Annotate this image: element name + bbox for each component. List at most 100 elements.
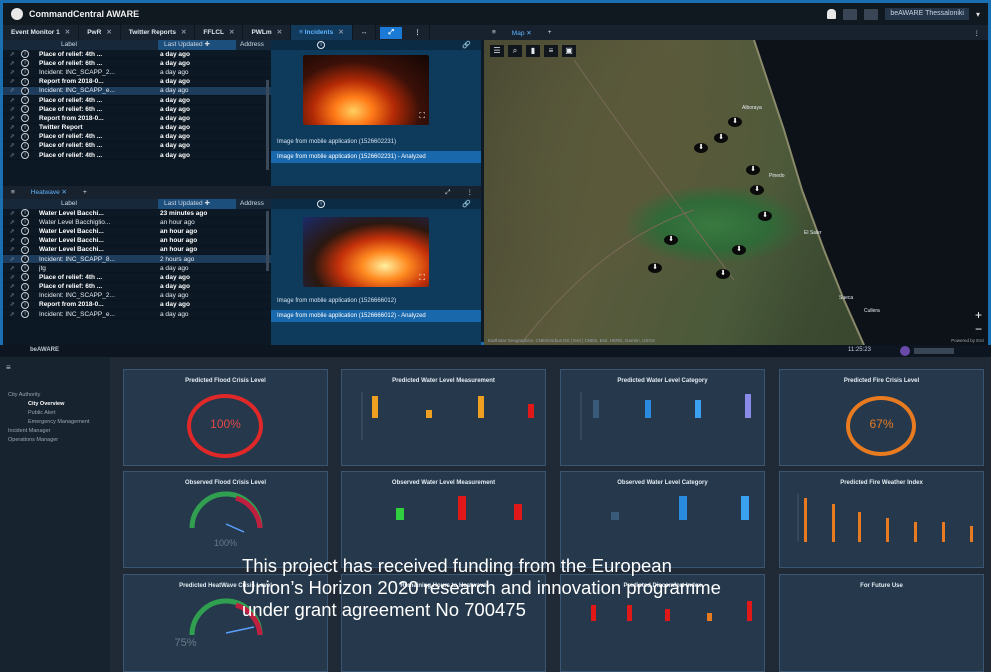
close-icon[interactable]: ✕ <box>229 29 234 36</box>
powered-by[interactable]: Powered by Esri <box>951 338 984 343</box>
table-row[interactable]: ⇗ i Report from 2018-0... a day ago <box>3 114 271 124</box>
hamburger-menu-icon[interactable]: ≡ <box>6 363 11 372</box>
table-row[interactable]: ⇗ i jtg a day ago <box>3 264 271 274</box>
close-icon[interactable]: ✕ <box>277 29 282 36</box>
tab-heatwave[interactable]: Heatwave ✕ <box>23 186 75 199</box>
avatar[interactable] <box>900 346 910 356</box>
expand-icon[interactable]: ⛶ <box>419 111 425 121</box>
col-last-updated[interactable]: Last Updated ✚ <box>158 199 236 209</box>
search-icon[interactable]: ⌕ <box>508 45 522 57</box>
info-icon[interactable]: i <box>21 68 29 77</box>
card-predicted-flood-crisis[interactable]: Predicted Flood Crisis Level 100% <box>123 369 328 466</box>
tab-incidents[interactable]: ≡ Incidents ✕ <box>291 25 353 40</box>
scrollbar[interactable] <box>266 80 269 170</box>
card-predicted-fire-weather-index[interactable]: Predicted Fire Weather Index <box>779 471 984 568</box>
incident-marker-icon[interactable]: ⬇ <box>732 245 746 255</box>
tab-map[interactable]: Map ✕ <box>504 29 540 37</box>
pin-icon[interactable]: ⇗ <box>3 256 21 263</box>
info-icon[interactable]: i <box>21 209 29 218</box>
pin-icon[interactable]: ⇗ <box>3 265 21 272</box>
close-icon[interactable]: ✕ <box>62 189 67 196</box>
info-icon[interactable]: i <box>21 59 29 68</box>
table-row[interactable]: ⇗ i Place of relief: 4th ... a day ago <box>3 50 271 60</box>
col-address[interactable]: Address <box>236 40 271 50</box>
table-row[interactable]: ⇗ i Place of relief: 6th ... a day ago <box>3 105 271 115</box>
tab-fflcl[interactable]: FFLCL ✕ <box>195 25 244 40</box>
incident-marker-icon[interactable]: ⬇ <box>716 269 730 279</box>
table-row[interactable]: ⇗ i Place of relief: 6th ... a day ago <box>3 141 271 152</box>
info-icon[interactable]: i <box>21 50 29 59</box>
info-icon[interactable]: i <box>21 132 29 141</box>
chevron-down-icon[interactable]: ▾ <box>976 10 980 19</box>
table-row[interactable]: ⇗ i Water Level Bacchi... an hour ago <box>3 236 271 246</box>
zoom-in-icon[interactable]: + <box>975 308 982 322</box>
link-button[interactable]: ⤢ <box>380 26 403 39</box>
more-menu-icon[interactable]: ⋮ <box>459 186 482 199</box>
table-row[interactable]: ⇗ i Report from 2018-0... a day ago <box>3 77 271 87</box>
info-icon[interactable]: i <box>21 96 29 105</box>
pin-icon[interactable]: ⇗ <box>3 219 21 226</box>
card-predicted-fire-crisis[interactable]: Predicted Fire Crisis Level 67% <box>779 369 984 466</box>
image-list-item-selected[interactable]: Image from mobile application (152666601… <box>271 310 481 322</box>
col-last-updated[interactable]: Last Updated ✚ <box>158 40 236 50</box>
tab-pwlm[interactable]: PWLm ✕ <box>243 25 292 40</box>
info-icon[interactable]: i <box>21 310 29 319</box>
more-menu-icon[interactable]: ⋮ <box>406 25 430 40</box>
table-row[interactable]: ⇗ i Incident: INC_SCAPP_8... 2 hours ago <box>3 254 271 265</box>
table-row[interactable]: ⇗ i Twitter Report a day ago <box>3 123 271 133</box>
close-icon[interactable]: ✕ <box>338 29 343 36</box>
pin-icon[interactable]: ⇗ <box>3 274 21 281</box>
col-label[interactable]: Label <box>3 199 158 209</box>
help-icon[interactable] <box>843 8 858 20</box>
add-tab-icon[interactable]: + <box>540 29 560 36</box>
pin-icon[interactable]: ⇗ <box>3 106 21 113</box>
wildfire-photo[interactable]: ⛶ <box>303 55 429 125</box>
incident-marker-icon[interactable]: ⬇ <box>694 143 708 153</box>
table-row[interactable]: ⇗ i Incident: INC_SCAPP_2... a day ago <box>3 291 271 301</box>
bookmark-icon[interactable]: ▮ <box>526 45 540 57</box>
incident-marker-icon[interactable]: ⬇ <box>746 165 760 175</box>
table-row[interactable]: ⇗ i Water Level Bacchi... an hour ago <box>3 227 271 237</box>
pin-icon[interactable]: ⇗ <box>3 283 21 290</box>
pin-icon[interactable]: ⇗ <box>3 301 21 308</box>
pin-icon[interactable]: ⇗ <box>3 87 21 94</box>
image-icon[interactable]: ▣ <box>562 45 576 57</box>
sidebar-item[interactable]: Operations Manager <box>8 436 89 445</box>
table-row[interactable]: ⇗ i Place of relief: 4th ... a day ago <box>3 132 271 142</box>
table-row[interactable]: ⇗ i Report from 2018-0... a day ago <box>3 300 271 311</box>
zoom-out-icon[interactable]: − <box>975 322 982 336</box>
table-row[interactable]: ⇗ i Incident: INC_SCAPP_2... a day ago <box>3 68 271 78</box>
table-row[interactable]: ⇗ i Place of relief: 6th ... a day ago <box>3 59 271 69</box>
table-row[interactable]: ⇗ i Place of relief: 4th ... a day ago <box>3 151 271 161</box>
table-row[interactable]: ⇗ i Water Level Bacchiglio... an hour ago <box>3 218 271 228</box>
info-icon[interactable]: i <box>21 264 29 273</box>
pin-icon[interactable]: ⇗ <box>3 246 21 253</box>
close-icon[interactable]: ✕ <box>106 29 111 36</box>
info-icon[interactable]: i <box>21 227 29 236</box>
pin-icon[interactable]: ⇗ <box>3 237 21 244</box>
info-icon[interactable]: i <box>21 151 29 160</box>
burning-car-photo[interactable]: ⛶ <box>303 217 429 287</box>
info-icon[interactable]: i <box>21 77 29 86</box>
card-predicted-water-level-measurement[interactable]: Predicted Water Level Measurement <box>341 369 546 466</box>
table-row[interactable]: ⇗ i Water Level Bacchi... an hour ago <box>3 245 271 255</box>
pin-icon[interactable]: ⇗ <box>3 97 21 104</box>
table-row[interactable]: ⇗ i Incident: INC_SCAPP_e... a day ago <box>3 310 271 320</box>
col-address[interactable]: Address <box>236 199 271 209</box>
list-icon[interactable]: ≡ <box>544 45 558 57</box>
pin-icon[interactable]: ⇗ <box>3 210 21 217</box>
sidebar-item[interactable]: Incident Manager <box>8 427 89 436</box>
image-list-item[interactable]: Image from mobile application (152666601… <box>271 295 481 307</box>
table-row[interactable]: ⇗ i Place of relief: 4th ... a day ago <box>3 96 271 106</box>
keyboard-icon[interactable] <box>864 8 879 20</box>
info-icon[interactable]: i <box>21 273 29 282</box>
pin-icon[interactable]: ⇗ <box>3 115 21 122</box>
info-icon[interactable]: i <box>21 123 29 132</box>
pin-icon[interactable]: ⇗ <box>3 152 21 159</box>
card-observed-water-level-category[interactable]: Observed Water Level Category <box>560 471 765 568</box>
table-row[interactable]: ⇗ i Place of relief: 6th ... a day ago <box>3 282 271 292</box>
sidebar-item[interactable]: Public Alert <box>8 409 89 418</box>
info-icon[interactable]: i <box>21 291 29 300</box>
info-icon[interactable]: i <box>21 105 29 114</box>
card-observed-water-level-measurement[interactable]: Observed Water Level Measurement <box>341 471 546 568</box>
